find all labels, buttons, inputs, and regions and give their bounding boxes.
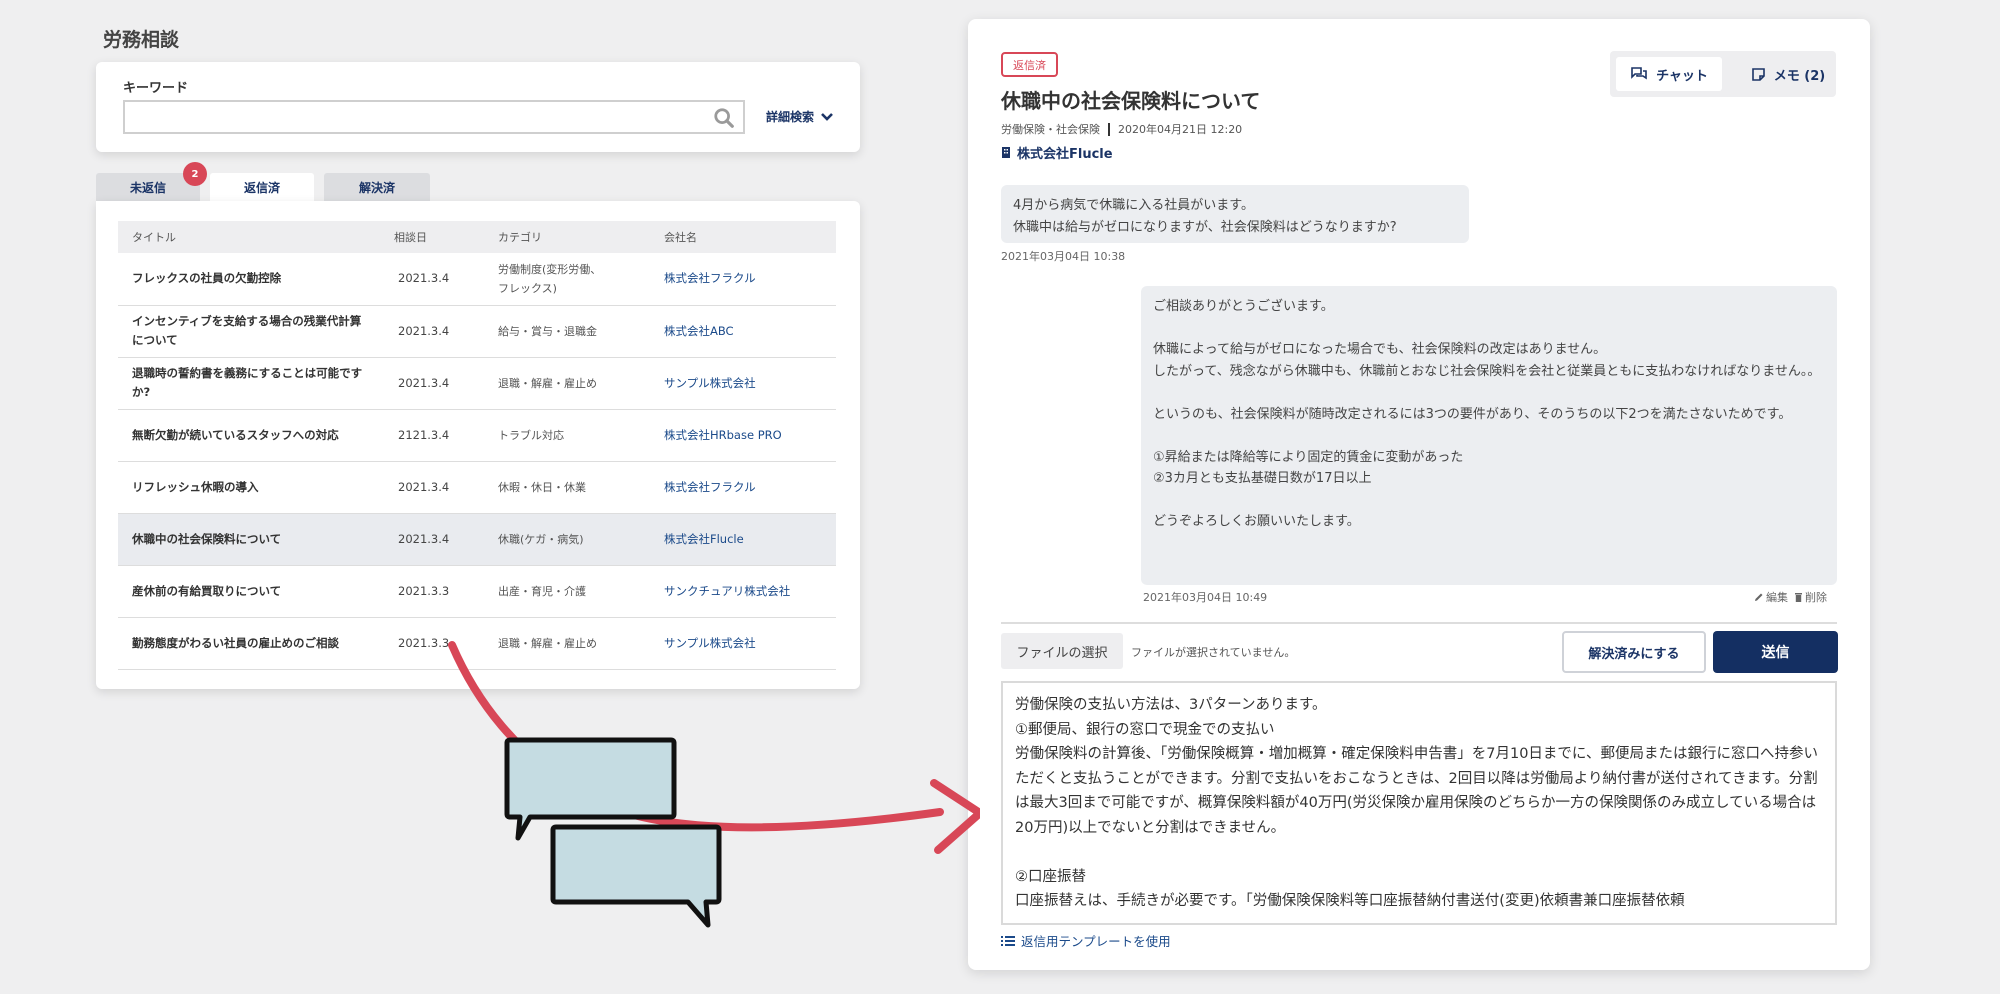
consultation-datetime: 2020年04月21日 12:20 — [1118, 123, 1243, 136]
column-header-company[interactable]: 会社名 — [650, 221, 836, 253]
case-category: 労働制度(変形労働、 フレックス) — [484, 253, 650, 306]
keyword-label: キーワード — [123, 81, 189, 96]
case-title[interactable]: 休職中の社会保険料について — [118, 513, 380, 566]
case-category: 退職・解雇・雇止め — [484, 357, 650, 410]
case-category: 退職・解雇・雇止め — [484, 617, 650, 670]
pencil-icon — [1755, 593, 1763, 601]
tab-label: 解決済 — [358, 180, 395, 195]
chat-icon — [1631, 67, 1647, 80]
question-timestamp: 2021年03月04日 10:38 — [1001, 250, 1126, 263]
case-table: タイトル 相談日 カテゴリ 会社名 フレックスの社員の欠勤控除 2021.3.4… — [118, 221, 836, 670]
case-title[interactable]: 無断欠勤が続いているスタッフへの対応 — [118, 409, 380, 462]
advanced-search-label: 詳細検索 — [766, 110, 815, 124]
case-date: 2021.3.4 — [380, 357, 484, 410]
delete-label: 削除 — [1805, 591, 1827, 604]
chevron-down-icon — [821, 112, 833, 121]
view-switcher: チャット メモ (2) — [1610, 51, 1836, 97]
table-row[interactable]: 勤務態度がわるい社員の雇止めのご相談 2021.3.3 退職・解雇・雇止め サン… — [118, 617, 836, 670]
case-date: 2121.3.4 — [380, 409, 484, 462]
file-status-text: ファイルが選択されていません。 — [1131, 646, 1296, 659]
case-title[interactable]: 退職時の誓約書を義務にすることは可能ですか? — [118, 357, 380, 410]
tab-resolved[interactable]: 解決済 — [324, 173, 430, 201]
column-header-title[interactable]: タイトル — [118, 221, 380, 253]
table-header-row: タイトル 相談日 カテゴリ 会社名 — [118, 221, 836, 253]
send-button[interactable]: 送信 — [1713, 631, 1838, 673]
case-company[interactable]: 株式会社フラクル — [650, 253, 836, 306]
company-name: 株式会社Flucle — [1017, 147, 1113, 162]
tab-label: 返信済 — [243, 181, 280, 195]
case-category: 給与・賞与・退職金 — [484, 305, 650, 358]
case-company[interactable]: 株式会社HRbase PRO — [650, 409, 836, 462]
answer-message: ご相談ありがとうございます。 休職によって給与がゼロになった場合でも、社会保険料… — [1141, 286, 1837, 585]
file-select-button[interactable]: ファイルの選択 — [1001, 633, 1123, 669]
search-panel: キーワード 詳細検索 — [96, 62, 860, 152]
case-title[interactable]: 産休前の有給買取りについて — [118, 565, 380, 618]
column-header-date[interactable]: 相談日 — [380, 221, 484, 253]
case-category: トラブル対応 — [484, 409, 650, 462]
page-title: 労務相談 — [103, 29, 180, 51]
question-message: 4月から病気で休職に入る社員がいます。 休職中は給与がゼロになりますが、社会保険… — [1001, 185, 1469, 243]
reply-textarea[interactable]: 労働保険の支払い方法は、3パターンあります。 ①郵便局、銀行の窓口で現金での支払… — [1001, 681, 1837, 925]
table-row[interactable]: 無断欠勤が続いているスタッフへの対応 2121.3.4 トラブル対応 株式会社H… — [118, 409, 836, 462]
meta-divider — [1108, 122, 1110, 136]
case-company[interactable]: サンプル株式会社 — [650, 617, 836, 670]
case-category: 休職(ケガ・病気) — [484, 513, 650, 566]
case-date: 2021.3.4 — [380, 253, 484, 306]
unreplied-count-badge: 2 — [183, 162, 207, 186]
case-company[interactable]: 株式会社ABC — [650, 305, 836, 358]
edit-label: 編集 — [1766, 591, 1788, 604]
case-title[interactable]: リフレッシュ休暇の導入 — [118, 461, 380, 514]
case-date: 2021.3.3 — [380, 565, 484, 618]
table-row[interactable]: 産休前の有給買取りについて 2021.3.3 出産・育児・介護 サンクチュアリ株… — [118, 565, 836, 618]
list-icon — [1001, 935, 1015, 946]
case-category: 出産・育児・介護 — [484, 565, 650, 618]
case-date: 2021.3.4 — [380, 513, 484, 566]
message-actions: 編集 削除 — [1754, 589, 1827, 605]
case-company[interactable]: サンプル株式会社 — [650, 357, 836, 410]
case-list-panel: タイトル 相談日 カテゴリ 会社名 フレックスの社員の欠勤控除 2021.3.4… — [96, 201, 860, 689]
search-icon[interactable] — [713, 107, 735, 129]
table-row-selected[interactable]: 休職中の社会保険料について 2021.3.4 休職(ケガ・病気) 株式会社Flu… — [118, 513, 836, 566]
consultation-category: 労働保険・社会保険 — [1001, 123, 1100, 136]
trash-icon — [1795, 593, 1802, 602]
advanced-search-toggle[interactable]: 詳細検索 — [766, 108, 834, 125]
case-company[interactable]: 株式会社フラクル — [650, 461, 836, 514]
template-link-label: 返信用テンプレートを使用 — [1021, 934, 1171, 949]
case-date: 2021.3.3 — [380, 617, 484, 670]
status-badge: 返信済 — [1001, 52, 1058, 77]
edit-message-link[interactable]: 編集 — [1754, 589, 1788, 605]
table-row[interactable]: 退職時の誓約書を義務にすることは可能ですか? 2021.3.4 退職・解雇・雇止… — [118, 357, 836, 410]
case-title[interactable]: フレックスの社員の欠勤控除 — [118, 253, 380, 306]
case-date: 2021.3.4 — [380, 305, 484, 358]
table-row[interactable]: リフレッシュ休暇の導入 2021.3.4 休暇・休日・休業 株式会社フラクル — [118, 461, 836, 514]
consultation-detail-panel: 返信済 休職中の社会保険料について 労働保険・社会保険 2020年04月21日 … — [968, 19, 1870, 970]
case-category: 休暇・休日・休業 — [484, 461, 650, 514]
case-title[interactable]: 勤務態度がわるい社員の雇止めのご相談 — [118, 617, 380, 670]
chat-bubbles-icon — [504, 737, 722, 928]
case-company[interactable]: 株式会社Flucle — [650, 513, 836, 566]
table-row[interactable]: フレックスの社員の欠勤控除 2021.3.4 労働制度(変形労働、 フレックス)… — [118, 253, 836, 306]
building-icon — [1002, 147, 1010, 158]
keyword-input[interactable] — [123, 100, 745, 134]
case-date: 2021.3.4 — [380, 461, 484, 514]
answer-timestamp: 2021年03月04日 10:49 — [1143, 591, 1268, 604]
case-title[interactable]: インセンティブを支給する場合の残業代計算について — [118, 305, 380, 358]
memo-icon — [1751, 67, 1765, 81]
consultation-title: 休職中の社会保険料について — [1001, 89, 1261, 113]
memo-tab-label: メモ (2) — [1773, 68, 1826, 84]
consultation-meta: 労働保険・社会保険 2020年04月21日 12:20 — [1001, 121, 1242, 137]
table-row[interactable]: インセンティブを支給する場合の残業代計算について 2021.3.4 給与・賞与・… — [118, 305, 836, 358]
tab-label: 未返信 — [129, 180, 166, 195]
chat-tab-button[interactable]: チャット — [1616, 57, 1722, 91]
column-header-category[interactable]: カテゴリ — [484, 221, 650, 253]
tab-replied[interactable]: 返信済 — [210, 173, 314, 202]
use-template-link[interactable]: 返信用テンプレートを使用 — [1001, 931, 1171, 950]
reply-divider — [1001, 622, 1837, 624]
chat-tab-label: チャット — [1656, 68, 1708, 84]
consultation-company[interactable]: 株式会社Flucle — [1001, 143, 1113, 162]
mark-resolved-button[interactable]: 解決済みにする — [1562, 631, 1706, 673]
memo-tab-button[interactable]: メモ (2) — [1740, 57, 1836, 91]
case-company[interactable]: サンクチュアリ株式会社 — [650, 565, 836, 618]
delete-message-link[interactable]: 削除 — [1794, 589, 1827, 605]
